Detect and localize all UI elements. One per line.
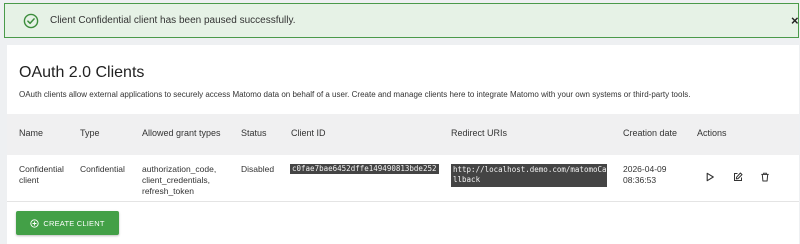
redirect-uri-code: http://localhost.demo.com/matomoCa llbac… <box>451 164 607 187</box>
create-client-label: CREATE CLIENT <box>43 218 105 228</box>
page-title: OAuth 2.0 Clients <box>19 64 145 81</box>
column-header-creation-date: Creation date <box>623 128 678 138</box>
success-notification: Client Confidential client has been paus… <box>4 3 799 38</box>
plus-circle-icon <box>30 218 40 228</box>
client-name-line1: Confidential <box>19 164 64 174</box>
client-name-cell: Confidential client <box>19 164 64 186</box>
table-divider <box>7 201 799 202</box>
creation-date: 2026-04-09 <box>623 164 667 174</box>
status-cell: Disabled <box>241 164 275 174</box>
trash-icon[interactable] <box>760 172 770 182</box>
edit-icon[interactable] <box>733 172 743 182</box>
grant-type-item: authorization_code, <box>142 164 217 174</box>
oauth-clients-card: OAuth 2.0 Clients OAuth clients allow ex… <box>7 45 799 244</box>
notification-message: Client Confidential client has been paus… <box>50 15 296 26</box>
column-header-status: Status <box>241 128 267 138</box>
redirect-uri-line2: llback <box>453 175 481 184</box>
grant-type-item: refresh_token <box>142 186 194 196</box>
create-client-button[interactable]: CREATE CLIENT <box>16 211 119 235</box>
grant-type-item: client_credentials, <box>142 175 211 185</box>
column-header-name: Name <box>19 128 44 138</box>
play-icon[interactable] <box>705 172 715 182</box>
column-header-redirect-uris: Redirect URIs <box>451 128 508 138</box>
client-id-code: c0fae7bae6452dffe149490813bde252 <box>290 164 439 174</box>
page-description: OAuth clients allow external application… <box>19 90 691 99</box>
client-type-cell: Confidential <box>80 164 125 174</box>
column-header-grant-types: Allowed grant types <box>142 128 221 138</box>
column-header-type: Type <box>80 128 100 138</box>
creation-date-cell: 2026-04-09 08:36:53 <box>623 164 666 186</box>
table-header: Name Type Allowed grant types Status Cli… <box>7 114 799 155</box>
close-icon[interactable]: × <box>791 14 799 28</box>
client-name-line2: client <box>19 175 39 185</box>
grant-types-cell: authorization_code, client_credentials, … <box>142 164 216 197</box>
redirect-uri-line1: http://localhost.demo.com/matomoCa <box>453 165 607 174</box>
check-circle-icon <box>23 13 39 29</box>
column-header-actions: Actions <box>697 128 727 138</box>
creation-time: 08:36:53 <box>623 175 657 185</box>
column-header-client-id: Client ID <box>291 128 326 138</box>
